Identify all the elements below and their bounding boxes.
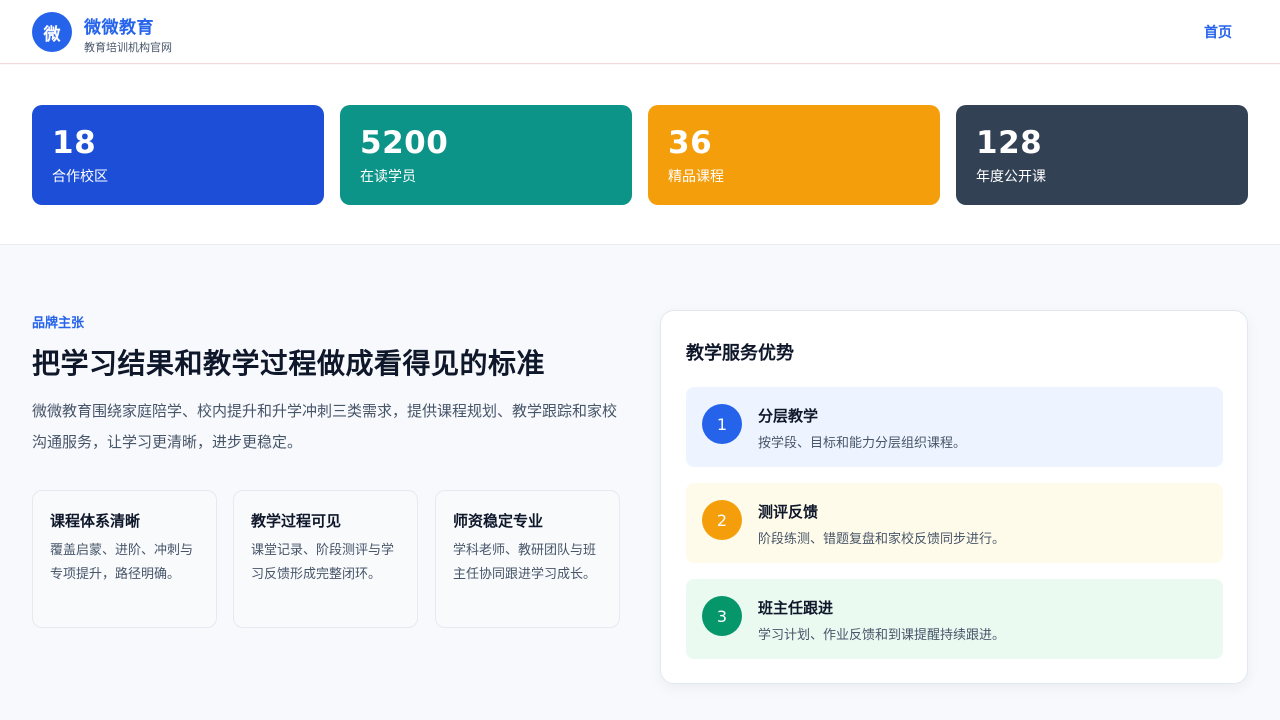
- step-number-badge: 2: [702, 500, 742, 540]
- advantage-item-tiered: 1 分层教学 按学段、目标和能力分层组织课程。: [686, 387, 1223, 467]
- feature-description: 覆盖启蒙、进阶、冲刺与专项提升，路径明确。: [50, 543, 194, 582]
- advantage-item-assessment: 2 测评反馈 阶段练测、错题复盘和家校反馈同步进行。: [686, 483, 1223, 563]
- section-headline: 把学习结果和教学过程做成看得见的标准: [32, 347, 546, 380]
- stat-value: 18: [52, 125, 97, 161]
- stat-value: 128: [976, 125, 1043, 161]
- advantages-panel: 教学服务优势 1 分层教学 按学段、目标和能力分层组织课程。 2 测评反馈 阶段…: [660, 310, 1248, 684]
- brand-subtitle: 教育培训机构官网: [84, 41, 172, 54]
- advantage-description: 学习计划、作业反馈和到课提醒持续跟进。: [758, 628, 1006, 643]
- feature-description: 课堂记录、阶段测评与学习反馈形成完整闭环。: [251, 543, 395, 582]
- advantage-title: 分层教学: [758, 407, 819, 425]
- stat-card-open-classes: 128 年度公开课: [956, 105, 1248, 205]
- stat-label: 合作校区: [52, 169, 108, 185]
- feature-title: 课程体系清晰: [50, 512, 141, 530]
- feature-card-curriculum: 课程体系清晰 覆盖启蒙、进阶、冲刺与专项提升，路径明确。: [32, 490, 217, 628]
- panel-title: 教学服务优势: [686, 343, 794, 364]
- stats-section: 18 合作校区 5200 在读学员 36 精品课程 128 年度公开课: [0, 65, 1280, 245]
- feature-card-process: 教学过程可见 课堂记录、阶段测评与学习反馈形成完整闭环。: [233, 490, 418, 628]
- feature-description: 学科老师、教研团队与班主任协同跟进学习成长。: [453, 543, 597, 582]
- step-number-badge: 3: [702, 596, 742, 636]
- top-navigation-bar: 微 微微教育 教育培训机构官网 首页: [0, 0, 1280, 64]
- brand-logo[interactable]: 微: [32, 12, 72, 52]
- feature-card-teachers: 师资稳定专业 学科老师、教研团队与班主任协同跟进学习成长。: [435, 490, 620, 628]
- brand-name[interactable]: 微微教育: [84, 13, 154, 38]
- stat-label: 精品课程: [668, 169, 724, 185]
- stat-label: 在读学员: [360, 169, 416, 185]
- stat-value: 36: [668, 125, 713, 161]
- feature-title: 教学过程可见: [251, 512, 342, 530]
- feature-title: 师资稳定专业: [453, 512, 544, 530]
- advantage-description: 按学段、目标和能力分层组织课程。: [758, 436, 967, 451]
- stat-card-students: 5200 在读学员: [340, 105, 632, 205]
- section-intro: 微微教育围绕家庭陪学、校内提升和升学冲刺三类需求，提供课程规划、教学跟踪和家校沟…: [32, 402, 618, 451]
- advantage-title: 班主任跟进: [758, 599, 834, 617]
- advantage-item-homeroom: 3 班主任跟进 学习计划、作业反馈和到课提醒持续跟进。: [686, 579, 1223, 659]
- section-eyebrow: 品牌主张: [32, 316, 85, 331]
- nav-link-home[interactable]: 首页: [1204, 22, 1232, 42]
- stat-card-courses: 36 精品课程: [648, 105, 940, 205]
- stat-value: 5200: [360, 125, 449, 161]
- step-number-badge: 1: [702, 404, 742, 444]
- stat-label: 年度公开课: [976, 169, 1046, 185]
- advantage-title: 测评反馈: [758, 503, 819, 521]
- stat-card-campuses: 18 合作校区: [32, 105, 324, 205]
- advantage-description: 阶段练测、错题复盘和家校反馈同步进行。: [758, 532, 1006, 547]
